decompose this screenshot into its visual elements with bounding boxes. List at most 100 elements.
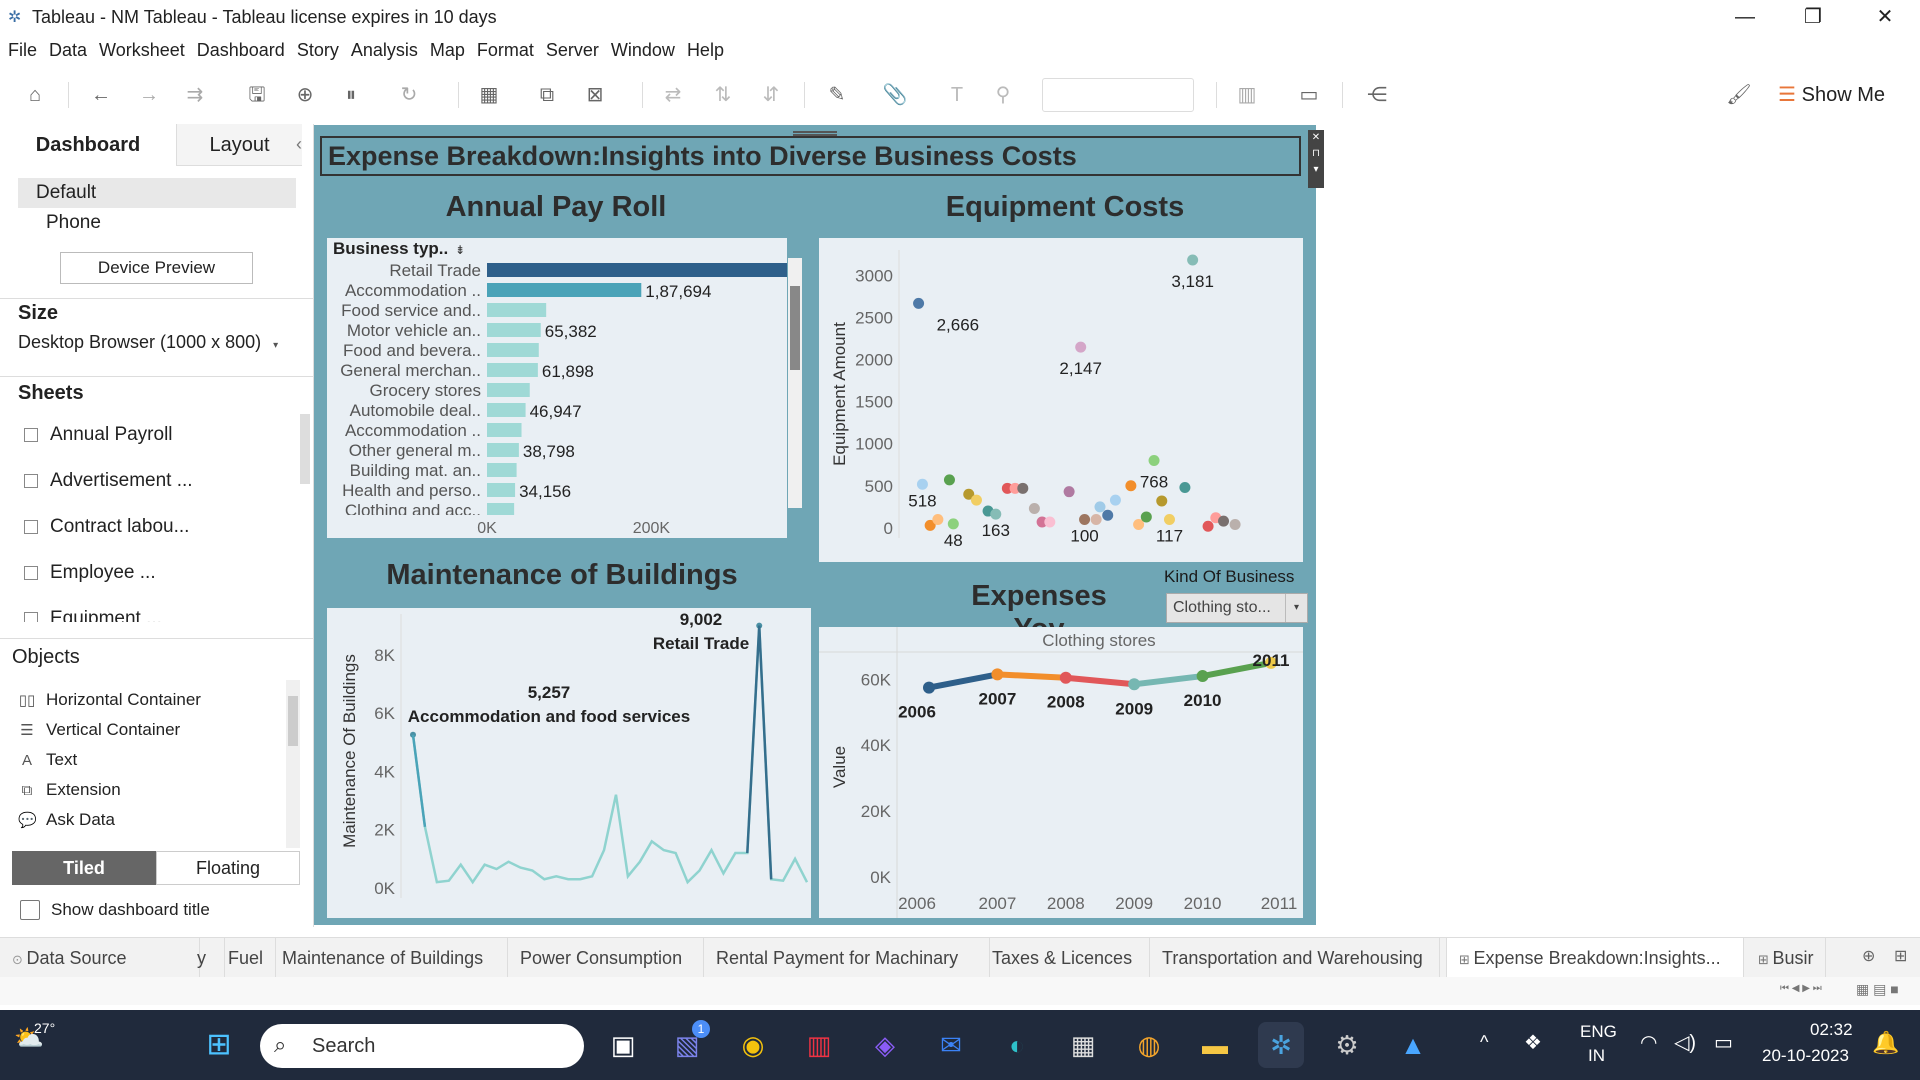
wifi-icon[interactable]: ◠ xyxy=(1640,1030,1657,1055)
tiled-button[interactable]: Tiled xyxy=(12,851,156,885)
maintenance-line-chart[interactable]: 0K 2K 4K 6K 8K Maintenance Of Buildings 5,257 A… xyxy=(327,608,811,918)
device-default[interactable]: Default xyxy=(18,178,296,208)
menu-file[interactable]: File xyxy=(8,36,37,64)
tab-rental[interactable]: Rental Payment for Machinary xyxy=(704,938,990,978)
tab-dashboard[interactable]: Dashboard xyxy=(0,124,176,166)
menu-window[interactable]: Window xyxy=(611,36,675,64)
clock-date[interactable]: 20-10-2023 xyxy=(1762,1046,1849,1066)
expenses-yoy-chart[interactable]: Clothing stores 0K 20K 40K 60K Value 2006 2006 2… xyxy=(819,627,1303,918)
format-painter-icon[interactable]: 🖌 xyxy=(1724,80,1754,110)
menu-help[interactable]: Help xyxy=(687,36,724,64)
mail-icon[interactable]: ✉ xyxy=(928,1022,974,1068)
share-icon[interactable]: ⋲ xyxy=(1362,80,1392,110)
show-title-checkbox[interactable] xyxy=(20,900,40,920)
new-data-source-icon[interactable]: ⊕ xyxy=(290,80,320,110)
clear-sheet-icon[interactable]: ⊠ xyxy=(580,80,610,110)
presentation-icon[interactable]: ▭ xyxy=(1294,80,1324,110)
object-horizontal-container[interactable]: ▯▯ Horizontal Container xyxy=(18,690,201,710)
pin-icon[interactable]: ⊓ xyxy=(1308,146,1324,162)
language-eng[interactable]: ENG xyxy=(1580,1022,1617,1042)
grid-view-icon[interactable]: ▦ ▤ ■ xyxy=(1856,981,1899,998)
payroll-bar-chart[interactable]: Business typ.. ⇟ Retail Trade3,94,957Accom… xyxy=(327,238,835,538)
refresh-icon[interactable]: ↻ xyxy=(394,80,424,110)
popcorn-icon[interactable]: ▥ xyxy=(796,1022,842,1068)
close-button[interactable]: ✕ xyxy=(1850,0,1920,34)
undo-icon[interactable]: ← xyxy=(86,80,116,110)
maximize-button[interactable]: ❐ xyxy=(1778,0,1848,34)
sheet-employee[interactable]: Employee ... xyxy=(24,562,156,584)
dropbox-icon[interactable]: ❖ xyxy=(1524,1030,1542,1055)
new-dashboard-icon[interactable]: ⊞ xyxy=(1894,946,1907,966)
pause-updates-icon[interactable]: ⏸ xyxy=(336,80,366,110)
title-floating-controls[interactable]: ✕ ⊓ ▾ xyxy=(1308,130,1324,188)
size-dropdown[interactable]: Desktop Browser (1000 x 800) ▾ xyxy=(18,332,278,353)
task-view-icon[interactable]: ▣ xyxy=(600,1022,646,1068)
volume-icon[interactable]: ◁) xyxy=(1674,1030,1696,1055)
minimize-button[interactable]: — xyxy=(1710,0,1780,34)
sort-descending-icon[interactable]: ⇵ xyxy=(756,80,786,110)
home-icon[interactable]: ⌂ xyxy=(20,80,50,110)
tab-transportation[interactable]: Transportation and Warehousing xyxy=(1150,938,1440,978)
norton-icon[interactable]: ◍ xyxy=(1126,1022,1172,1068)
menu-worksheet[interactable]: Worksheet xyxy=(99,36,185,64)
equipment-scatter-chart[interactable]: 0 500 1000 1500 2000 2500 3000 Equipment Amount… xyxy=(819,238,1303,562)
replay-icon[interactable]: ⇉ xyxy=(180,80,210,110)
scroll-thumb[interactable] xyxy=(288,696,298,746)
payroll-scrollbar[interactable] xyxy=(788,258,802,508)
tab-business[interactable]: ⊞ Busir xyxy=(1746,938,1826,978)
tab-navigation-icons[interactable]: ⏮ ◀ ▶ ⏭ xyxy=(1780,983,1822,994)
scroll-thumb[interactable] xyxy=(790,286,800,370)
menu-map[interactable]: Map xyxy=(430,36,465,64)
drag-handle[interactable] xyxy=(793,131,837,136)
save-icon[interactable]: 🖫 xyxy=(242,80,272,110)
tab-taxes[interactable]: Taxes & Licences xyxy=(980,938,1150,978)
tab-data-source[interactable]: ⊙ Data Source xyxy=(0,938,200,978)
store-icon[interactable]: ▦ xyxy=(1060,1022,1106,1068)
language-in[interactable]: IN xyxy=(1588,1046,1605,1066)
clock-time[interactable]: 02:32 xyxy=(1810,1020,1853,1040)
kind-of-business-filter[interactable]: Clothing sto... ▾ xyxy=(1166,593,1308,623)
device-phone[interactable]: Phone xyxy=(46,212,101,234)
file-explorer-icon[interactable]: ▬ xyxy=(1192,1022,1238,1068)
show-cards-icon[interactable]: ▥ xyxy=(1232,80,1262,110)
sheet-annual-payroll[interactable]: Annual Payroll xyxy=(24,424,173,446)
sheet-equipment[interactable]: Equipment ... xyxy=(24,608,162,622)
show-me-button[interactable]: ☰ Show Me xyxy=(1778,82,1885,107)
tab-layout[interactable]: Layout xyxy=(176,124,302,166)
objects-scrollbar[interactable] xyxy=(286,680,300,848)
device-preview-button[interactable]: Device Preview xyxy=(60,252,253,284)
edge-icon[interactable]: ◐ xyxy=(994,1022,1040,1068)
photos-icon[interactable]: ▲ xyxy=(1390,1022,1436,1068)
highlight-icon[interactable]: ✎ xyxy=(822,80,852,110)
menu-analysis[interactable]: Analysis xyxy=(351,36,418,64)
more-options-icon[interactable]: ▾ xyxy=(1308,162,1324,178)
collapse-pane-icon[interactable]: ‹ xyxy=(296,134,302,155)
label-icon[interactable]: T xyxy=(942,80,972,110)
menu-dashboard[interactable]: Dashboard xyxy=(197,36,285,64)
object-vertical-container[interactable]: ☰ Vertical Container xyxy=(18,720,180,740)
swap-icon[interactable]: ⇄ xyxy=(658,80,688,110)
sheet-advertisement[interactable]: Advertisement ... xyxy=(24,470,193,492)
taskbar-search[interactable]: ⌕ Search xyxy=(260,1024,584,1068)
group-icon[interactable]: 📎 xyxy=(880,80,910,110)
menu-server[interactable]: Server xyxy=(546,36,599,64)
menu-data[interactable]: Data xyxy=(49,36,87,64)
tableau-taskbar-icon[interactable]: ✲ xyxy=(1258,1022,1304,1068)
tab-maintenance[interactable]: Maintenance of Buildings xyxy=(270,938,508,978)
object-extension[interactable]: ⧉ Extension xyxy=(18,780,121,800)
show-hidden-icons[interactable]: ^ xyxy=(1480,1032,1488,1053)
menu-format[interactable]: Format xyxy=(477,36,534,64)
battery-icon[interactable]: ▭ xyxy=(1714,1030,1733,1055)
floating-button[interactable]: Floating xyxy=(156,851,300,885)
dashboard-title[interactable]: Expense Breakdown:Insights into Diverse … xyxy=(320,136,1301,176)
redo-icon[interactable]: → xyxy=(134,80,164,110)
sheet-contract-labour[interactable]: Contract labou... xyxy=(24,516,189,538)
fit-dropdown[interactable] xyxy=(1042,78,1194,112)
tab-power[interactable]: Power Consumption xyxy=(508,938,704,978)
notifications-icon[interactable]: 🔔 xyxy=(1872,1030,1899,1056)
chrome-icon[interactable]: ◉ xyxy=(730,1022,776,1068)
start-icon[interactable]: ⊞ xyxy=(196,1022,242,1068)
new-worksheet-icon[interactable]: ⊕ xyxy=(1862,946,1875,966)
copilot-icon[interactable]: ◈ xyxy=(862,1022,908,1068)
sort-ascending-icon[interactable]: ⇅ xyxy=(708,80,738,110)
